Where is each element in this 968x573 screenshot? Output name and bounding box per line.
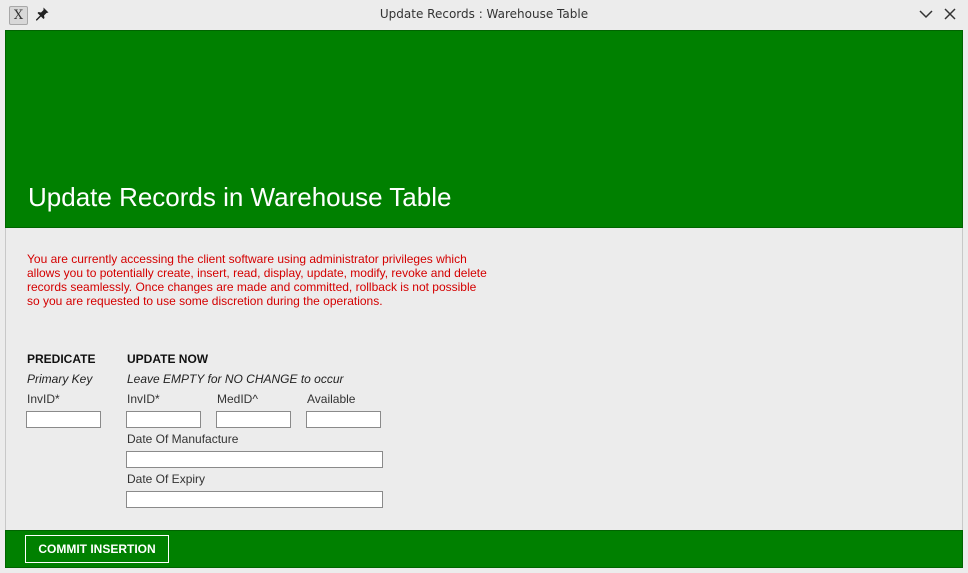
update-records-window: X Update Records : Warehouse Table Updat… [0, 0, 968, 573]
predicate-heading: PREDICATE [27, 352, 96, 366]
commit-insertion-button[interactable]: COMMIT INSERTION [25, 535, 169, 563]
update-medid-label: MedID^ [217, 392, 258, 406]
window-title: Update Records : Warehouse Table [379, 7, 589, 21]
date-of-expiry-label: Date Of Expiry [127, 472, 206, 486]
update-available-label: Available [307, 392, 356, 406]
update-available-input[interactable] [306, 411, 381, 428]
predicate-subheading: Primary Key [27, 372, 93, 386]
header-banner: Update Records in Warehouse Table [5, 30, 963, 228]
update-invid-label: InvID* [127, 392, 160, 406]
update-heading: UPDATE NOW [127, 352, 209, 366]
page-title: Update Records in Warehouse Table [28, 182, 452, 212]
date-of-manufacture-label: Date Of Manufacture [127, 432, 239, 446]
update-subheading: Leave EMPTY for NO CHANGE to occur [127, 372, 344, 386]
predicate-invid-input[interactable] [26, 411, 101, 428]
close-icon[interactable] [942, 6, 958, 22]
admin-warning-text: You are currently accessing the client s… [27, 252, 487, 308]
date-of-manufacture-input[interactable] [126, 451, 383, 468]
update-medid-input[interactable] [216, 411, 291, 428]
minimize-chevron-icon[interactable] [918, 6, 934, 22]
title-bar: X Update Records : Warehouse Table [0, 0, 968, 29]
update-invid-input[interactable] [126, 411, 201, 428]
date-of-expiry-input[interactable] [126, 491, 383, 508]
predicate-invid-label: InvID* [27, 392, 60, 406]
